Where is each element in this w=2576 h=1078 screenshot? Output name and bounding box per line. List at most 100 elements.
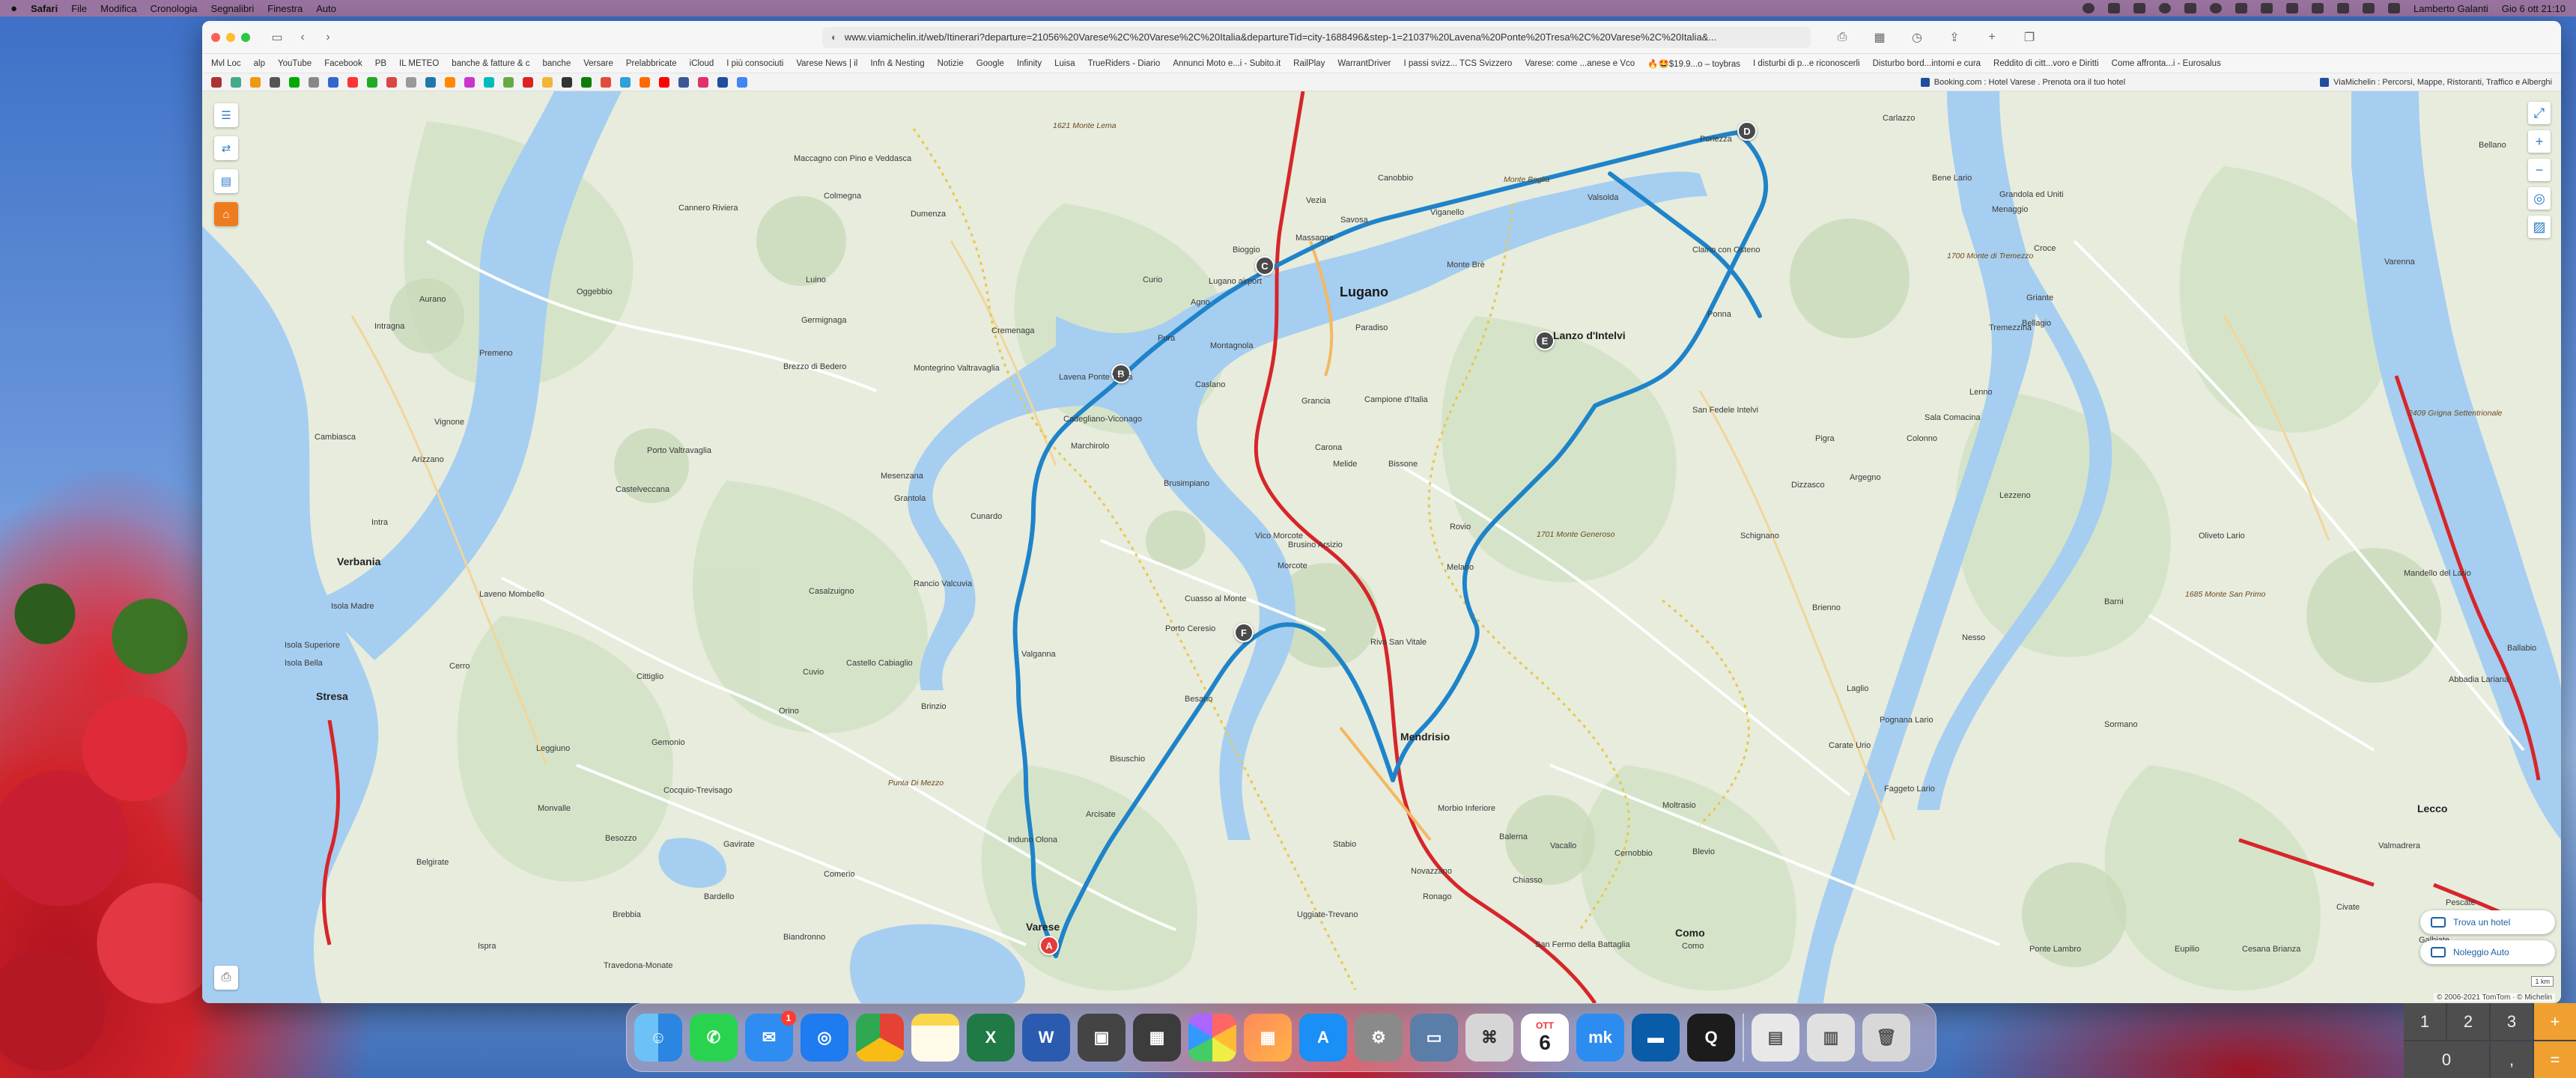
new-tab-icon[interactable]: + bbox=[1981, 29, 2002, 46]
route-marker-d[interactable]: D bbox=[1737, 121, 1757, 141]
favorite-site-icon[interactable] bbox=[386, 76, 397, 88]
word-app-icon[interactable]: W bbox=[1022, 1014, 1070, 1062]
favorite-site-icon[interactable] bbox=[737, 76, 747, 88]
favorite-site-icon[interactable] bbox=[231, 76, 241, 88]
favorite-site-icon[interactable] bbox=[678, 76, 689, 88]
calc-key-2[interactable]: 2 bbox=[2447, 1003, 2489, 1040]
minimize-window-button[interactable] bbox=[226, 32, 235, 42]
menu-finestra[interactable]: Finestra bbox=[267, 3, 303, 14]
bookmark-item[interactable]: I disturbi di p...e riconoscerli bbox=[1753, 59, 1860, 68]
bluetooth-icon[interactable] bbox=[2260, 3, 2273, 13]
back-arrow-icon[interactable]: ‹ bbox=[292, 29, 313, 46]
bookmark-item[interactable]: Google bbox=[976, 59, 1004, 68]
finder-app-icon[interactable]: ☺ bbox=[634, 1014, 682, 1062]
chrome-app-icon[interactable] bbox=[856, 1014, 904, 1062]
map-layers-icon[interactable]: ▨ bbox=[2528, 216, 2551, 238]
bookmark-item[interactable]: Reddito di citt...voro e Diritti bbox=[1993, 59, 2099, 68]
car-rental-button[interactable]: Noleggio Auto bbox=[2420, 940, 2555, 964]
menu-modifica[interactable]: Modifica bbox=[100, 3, 136, 14]
grid-icon[interactable]: ▦ bbox=[1869, 29, 1890, 46]
car-rental-label[interactable]: Noleggio Auto bbox=[2453, 947, 2509, 957]
route-marker-f[interactable]: F bbox=[1234, 623, 1254, 642]
favorite-site-icon[interactable] bbox=[309, 76, 319, 88]
bookmark-item[interactable]: Facebook bbox=[324, 59, 362, 68]
bookmark-item[interactable]: Notizie bbox=[938, 59, 964, 68]
sidebar-toggle-icon[interactable]: ▭ bbox=[267, 29, 288, 46]
favorite-site-icon[interactable] bbox=[464, 76, 475, 88]
volume-icon[interactable] bbox=[2285, 3, 2298, 13]
find-hotel-label[interactable]: Trova un hotel bbox=[2453, 917, 2510, 928]
favorite-site-icon[interactable] bbox=[659, 76, 669, 88]
calc-key-plus[interactable]: + bbox=[2534, 1003, 2576, 1040]
bookmark-item[interactable]: Varese News | il bbox=[796, 59, 857, 68]
notes-app-icon[interactable] bbox=[911, 1014, 959, 1062]
bookmark-item[interactable]: alp bbox=[254, 59, 265, 68]
downloads-stack-icon[interactable]: ▤ bbox=[1752, 1014, 1799, 1062]
system-preferences-app-icon[interactable]: ⚙ bbox=[1355, 1014, 1403, 1062]
quicktime-app-icon[interactable]: Q bbox=[1687, 1014, 1735, 1062]
menu-cronologia[interactable]: Cronologia bbox=[151, 3, 198, 14]
preview-app-icon[interactable]: ▭ bbox=[1410, 1014, 1458, 1062]
tab-michelin-title[interactable]: ViaMichelin : Percorsi, Mappe, Ristorant… bbox=[2333, 78, 2552, 87]
favorite-site-icon[interactable] bbox=[484, 76, 494, 88]
hotel-layer-icon[interactable]: ⌂ bbox=[214, 202, 238, 226]
favorite-site-icon[interactable] bbox=[698, 76, 708, 88]
wifi-icon[interactable] bbox=[2336, 3, 2349, 13]
safari-app-icon[interactable]: ◎ bbox=[801, 1014, 848, 1062]
favorite-site-icon[interactable] bbox=[425, 76, 436, 88]
tab-overview-icon[interactable]: ❐ bbox=[2019, 29, 2040, 46]
vpn-icon[interactable] bbox=[2158, 3, 2171, 13]
find-hotel-button[interactable]: Trova un hotel bbox=[2420, 910, 2555, 934]
favorite-site-icon[interactable] bbox=[367, 76, 377, 88]
bookmark-item[interactable]: IL METEO bbox=[399, 59, 439, 68]
bookmark-item[interactable]: I più consociuti bbox=[726, 59, 783, 68]
address-bar[interactable]: ◐ www.viamichelin.it/web/Itinerari?depar… bbox=[822, 26, 1811, 48]
menubar-clock[interactable]: Gio 6 ott 21:10 bbox=[2502, 3, 2566, 14]
favorite-site-icon[interactable] bbox=[406, 76, 416, 88]
tab-booking[interactable]: Booking.com : Hotel Varese . Prenota ora… bbox=[1920, 77, 2125, 87]
adblock-icon[interactable] bbox=[2082, 3, 2094, 13]
favorite-site-icon[interactable] bbox=[601, 76, 611, 88]
favorite-site-icon[interactable] bbox=[347, 76, 358, 88]
fullscreen-map-icon[interactable]: ⤢ bbox=[2528, 102, 2551, 124]
details-icon[interactable]: ▤ bbox=[214, 169, 238, 193]
bookmark-item[interactable]: Come affronta...i - Eurosalus bbox=[2112, 59, 2221, 68]
map-canvas[interactable] bbox=[202, 91, 2561, 1003]
menu-segnalibri[interactable]: Segnalibri bbox=[210, 3, 254, 14]
bookmark-item[interactable]: iCloud bbox=[690, 59, 714, 68]
tab-booking-title[interactable]: Booking.com : Hotel Varese . Prenota ora… bbox=[1934, 78, 2125, 87]
user-name[interactable]: Lamberto Galanti bbox=[2414, 3, 2488, 14]
calc-key-3[interactable]: 3 bbox=[2491, 1003, 2533, 1040]
share-icon[interactable]: ⇪ bbox=[1944, 29, 1965, 46]
calc-key-comma[interactable]: , bbox=[2491, 1041, 2533, 1078]
favorite-site-icon[interactable] bbox=[620, 76, 631, 88]
calc-key-1[interactable]: 1 bbox=[2404, 1003, 2446, 1040]
bookmark-item[interactable]: Mvl Loc bbox=[211, 59, 241, 68]
dropbox-icon[interactable] bbox=[2184, 3, 2196, 13]
apple-menu-icon[interactable]: ● bbox=[10, 2, 17, 15]
favorite-site-icon[interactable] bbox=[328, 76, 338, 88]
menu-file[interactable]: File bbox=[71, 3, 87, 14]
calendar-app-icon[interactable]: OTT 6 bbox=[1521, 1014, 1569, 1062]
clock-icon[interactable] bbox=[2235, 3, 2247, 13]
bookmark-item[interactable]: YouTube bbox=[278, 59, 312, 68]
favorite-site-icon[interactable] bbox=[270, 76, 280, 88]
favorite-site-icon[interactable] bbox=[542, 76, 553, 88]
history-icon[interactable]: ◷ bbox=[1907, 29, 1928, 46]
bookmark-item[interactable]: I passi svizz... TCS Svizzero bbox=[1403, 59, 1512, 68]
zoom-in-icon[interactable]: + bbox=[2528, 130, 2551, 153]
fullscreen-window-button[interactable] bbox=[241, 32, 250, 42]
favorite-site-icon[interactable] bbox=[523, 76, 533, 88]
itinerary-icon[interactable]: ☰ bbox=[214, 103, 238, 127]
yahoo-icon[interactable] bbox=[2133, 3, 2145, 13]
menu-auto[interactable]: Auto bbox=[316, 3, 336, 14]
whatsapp-app-icon[interactable]: ✆ bbox=[690, 1014, 738, 1062]
bookmark-item[interactable]: Versare bbox=[583, 59, 613, 68]
photos-app-icon[interactable] bbox=[1188, 1014, 1236, 1062]
screen-app-icon[interactable]: ▬ bbox=[1632, 1014, 1680, 1062]
route-options-icon[interactable]: ⇄ bbox=[214, 136, 238, 160]
privacy-shield-icon[interactable]: ◐ bbox=[831, 31, 837, 43]
tab-michelin[interactable]: ViaMichelin : Percorsi, Mappe, Ristorant… bbox=[2320, 77, 2552, 87]
bookmark-item[interactable]: TrueRiders - Diario bbox=[1088, 59, 1161, 68]
favorite-site-icon[interactable] bbox=[717, 76, 728, 88]
